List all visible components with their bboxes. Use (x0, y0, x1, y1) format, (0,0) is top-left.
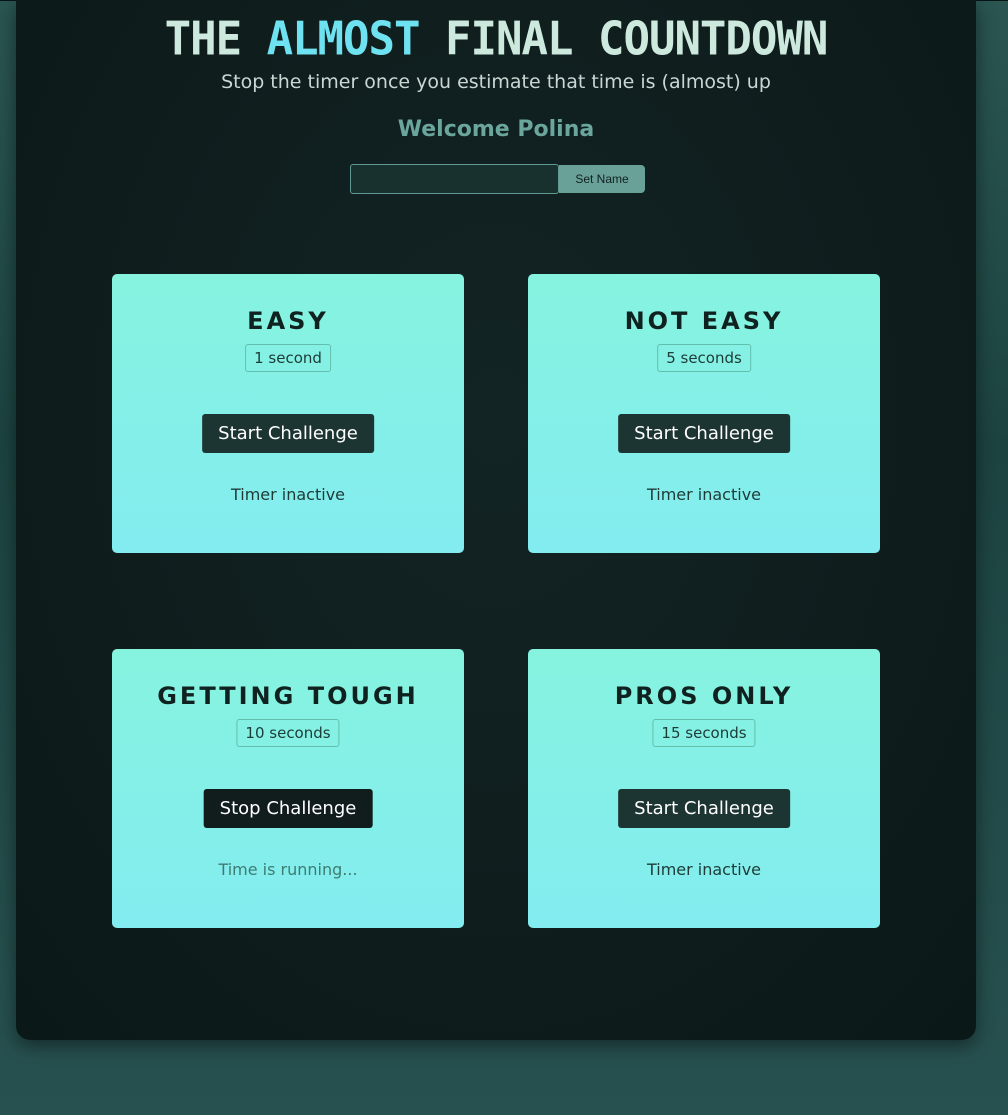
challenge-duration: 10 seconds (236, 719, 340, 747)
challenge-duration: 5 seconds (657, 344, 751, 372)
challenge-card-not-easy: NOT EASY 5 seconds Start Challenge Timer… (528, 274, 880, 553)
page-subtitle: Stop the timer once you estimate that ti… (221, 71, 771, 93)
timer-status: Time is running... (218, 860, 358, 879)
challenge-duration: 15 seconds (652, 719, 756, 747)
name-form: Set Name (350, 164, 645, 194)
start-challenge-button[interactable]: Start Challenge (202, 414, 374, 453)
challenge-title: PROS ONLY (614, 682, 794, 710)
set-name-button[interactable]: Set Name (559, 165, 645, 193)
timer-status: Timer inactive (646, 485, 762, 504)
timer-status: Timer inactive (646, 860, 762, 879)
stop-challenge-button[interactable]: Stop Challenge (203, 789, 373, 828)
start-challenge-button[interactable]: Start Challenge (618, 789, 790, 828)
title-part-the: THE (164, 12, 242, 67)
welcome-message: Welcome Polina (397, 117, 595, 142)
timer-status: Timer inactive (230, 485, 346, 504)
start-challenge-button[interactable]: Start Challenge (618, 414, 790, 453)
challenge-card-easy: EASY 1 second Start Challenge Timer inac… (112, 274, 464, 553)
title-part-almost: ALMOST (266, 12, 421, 67)
page-title: THE ALMOST FINAL COUNTDOWN (16, 9, 976, 72)
title-part-final-countdown: FINAL COUNTDOWN (445, 12, 828, 67)
main-panel: THE ALMOST FINAL COUNTDOWN Stop the time… (16, 0, 976, 1040)
challenge-title: GETTING TOUGH (157, 682, 419, 710)
name-input[interactable] (350, 164, 559, 194)
challenge-card-pros-only: PROS ONLY 15 seconds Start Challenge Tim… (528, 649, 880, 928)
challenge-duration: 1 second (245, 344, 331, 372)
challenge-title: NOT EASY (624, 307, 784, 335)
challenge-title: EASY (247, 307, 329, 335)
challenge-card-getting-tough: GETTING TOUGH 10 seconds Stop Challenge … (112, 649, 464, 928)
